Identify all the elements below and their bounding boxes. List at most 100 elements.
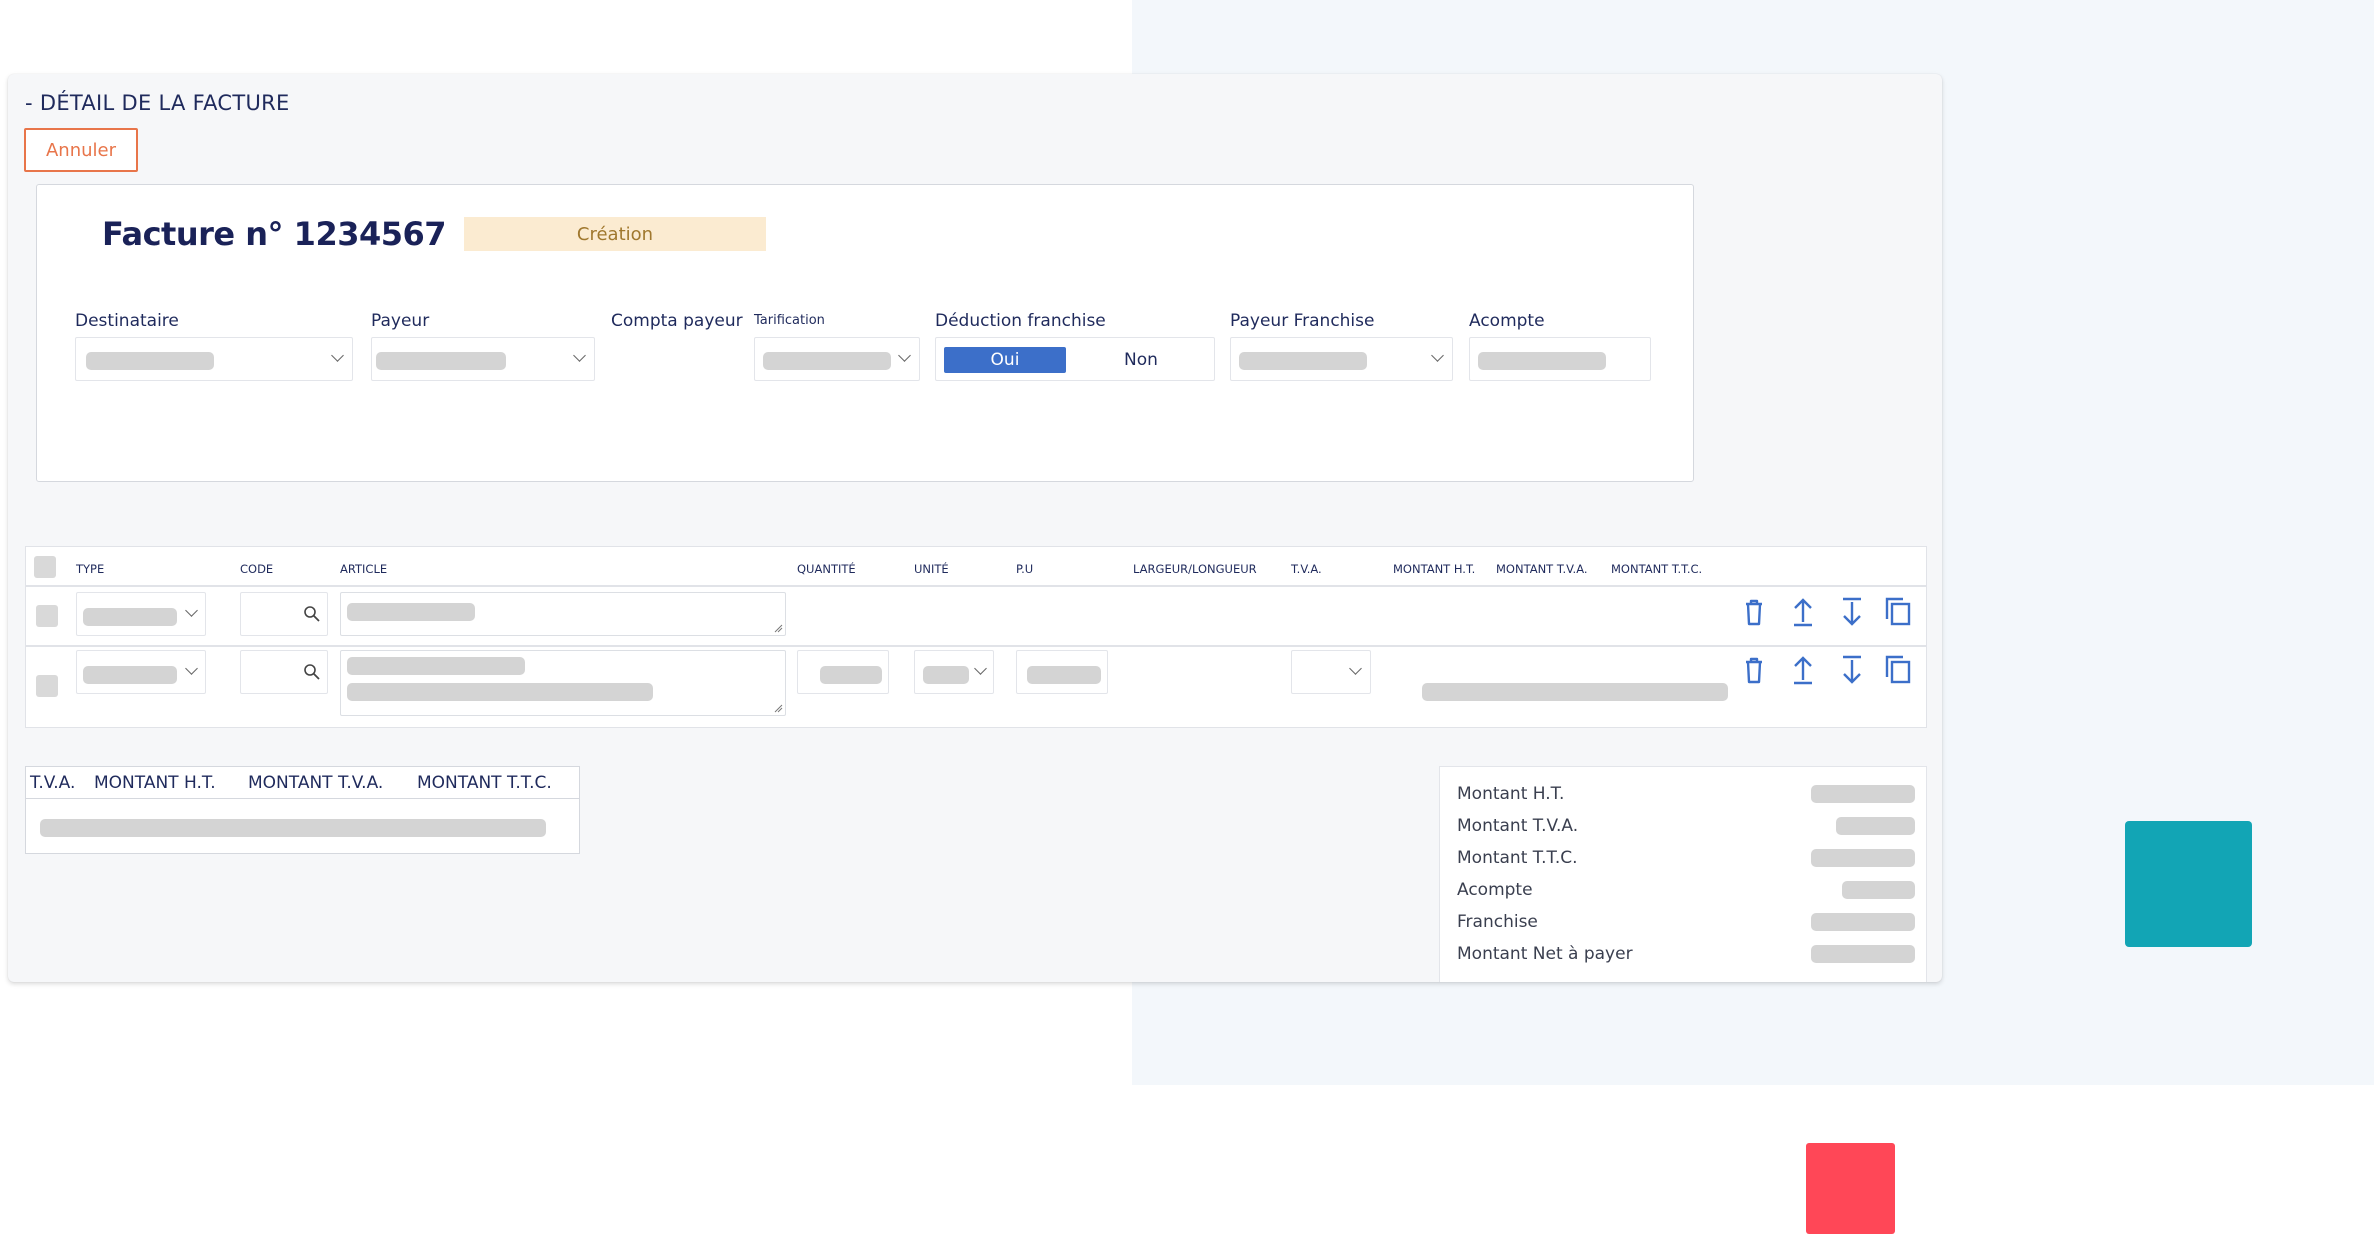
search-icon <box>304 606 320 622</box>
tva-summary-header: T.V.A. MONTANT H.T. MONTANT T.V.A. MONTA… <box>26 767 579 799</box>
deduction-franchise-label: Déduction franchise <box>935 311 1106 331</box>
destinataire-label: Destinataire <box>75 311 179 331</box>
acompte-input[interactable] <box>1469 337 1651 381</box>
section-title[interactable]: - DÉTAIL DE LA FACTURE <box>25 91 290 115</box>
acompte-label: Acompte <box>1469 311 1545 331</box>
arrow-up-icon[interactable] <box>1786 595 1820 629</box>
code-input[interactable] <box>240 592 328 636</box>
column-header-montant-ht: MONTANT H.T. <box>1393 562 1476 576</box>
select-all-checkbox[interactable] <box>34 556 56 578</box>
chevron-down-icon <box>1431 349 1444 362</box>
column-header-montant-tva: MONTANT T.V.A. <box>1496 562 1588 576</box>
tva-select[interactable] <box>1291 650 1371 694</box>
placeholder-bar <box>347 657 525 675</box>
placeholder-bar <box>86 352 214 370</box>
column-header-unite: UNITÉ <box>914 562 949 576</box>
unit-price-input[interactable] <box>1016 650 1108 694</box>
tva-summary-col-tva-amount: MONTANT T.V.A. <box>248 773 384 793</box>
tva-summary-table: T.V.A. MONTANT H.T. MONTANT T.V.A. MONTA… <box>25 766 580 854</box>
franchise-total-label: Franchise <box>1457 912 1538 932</box>
copy-icon[interactable] <box>1881 653 1915 687</box>
payeur-franchise-label: Payeur Franchise <box>1230 311 1375 331</box>
type-select[interactable] <box>76 650 206 694</box>
toggle-no-option[interactable]: Non <box>1074 347 1208 373</box>
placeholder-bar <box>763 352 891 370</box>
chevron-down-icon <box>185 604 198 617</box>
type-select[interactable] <box>76 592 206 636</box>
article-textarea[interactable] <box>340 592 786 636</box>
tva-summary-col-ttc: MONTANT T.T.C. <box>417 773 552 793</box>
totals-panel: Montant H.T. Montant T.V.A. Montant T.T.… <box>1439 766 1927 982</box>
net-total-label: Montant Net à payer <box>1457 944 1633 964</box>
placeholder-bar <box>820 666 882 684</box>
payeur-select[interactable] <box>371 337 595 381</box>
invoice-title: Facture n° 1234567 <box>102 215 447 253</box>
placeholder-bar <box>1478 352 1606 370</box>
placeholder-bar <box>347 683 653 701</box>
placeholder-bar <box>923 666 969 684</box>
tarification-select[interactable] <box>754 337 920 381</box>
tva-summary-placeholder-bar <box>40 819 546 837</box>
chevron-down-icon <box>573 349 586 362</box>
tva-summary-col-tva: T.V.A. <box>30 773 76 793</box>
chevron-down-icon <box>1349 662 1362 675</box>
placeholder-bar <box>347 603 475 621</box>
trash-icon[interactable] <box>1737 595 1771 629</box>
franchise-total-value <box>1811 913 1915 931</box>
placeholder-bar <box>376 352 506 370</box>
deduction-franchise-toggle: Oui Non <box>935 337 1215 381</box>
row-divider <box>26 645 1926 647</box>
chevron-down-icon <box>185 662 198 675</box>
column-header-montant-ttc: MONTANT T.T.C. <box>1611 562 1703 576</box>
arrow-down-icon[interactable] <box>1835 595 1869 629</box>
acompte-total-label: Acompte <box>1457 880 1533 900</box>
row-checkbox[interactable] <box>36 605 58 627</box>
column-header-code: CODE <box>240 562 274 576</box>
invoice-header-box: Facture n° 1234567 Création Destinataire… <box>36 184 1694 482</box>
placeholder-bar <box>1027 666 1101 684</box>
status-badge: Création <box>464 217 766 251</box>
column-header-tva: T.V.A. <box>1291 562 1322 576</box>
resize-grip-icon[interactable] <box>773 623 783 633</box>
tva-summary-col-ht: MONTANT H.T. <box>94 773 216 793</box>
acompte-total-value <box>1842 881 1915 899</box>
code-input[interactable] <box>240 650 328 694</box>
payeur-label: Payeur <box>371 311 430 331</box>
total-ht-label: Montant H.T. <box>1457 784 1565 804</box>
arrow-up-icon[interactable] <box>1786 653 1820 687</box>
toggle-yes-option[interactable]: Oui <box>944 347 1066 373</box>
total-ht-value <box>1811 785 1915 803</box>
compta-payeur-label: Compta payeur <box>611 311 743 331</box>
column-header-pu: P.U <box>1016 562 1034 576</box>
chevron-down-icon <box>898 349 911 362</box>
quantity-input[interactable] <box>797 650 889 694</box>
payeur-franchise-select[interactable] <box>1230 337 1453 381</box>
total-tva-label: Montant T.V.A. <box>1457 816 1579 836</box>
arrow-down-icon[interactable] <box>1835 653 1869 687</box>
column-header-largeur: LARGEUR/LONGUEUR <box>1133 562 1257 576</box>
column-header-quantite: QUANTITÉ <box>797 562 856 576</box>
search-icon <box>304 664 320 680</box>
cancel-button[interactable]: Annuler <box>24 128 138 172</box>
copy-icon[interactable] <box>1881 595 1915 629</box>
resize-grip-icon[interactable] <box>773 703 783 713</box>
placeholder-bar <box>83 608 177 626</box>
decorative-teal-square <box>2125 821 2252 947</box>
article-textarea[interactable] <box>340 650 786 716</box>
unit-select[interactable] <box>914 650 994 694</box>
trash-icon[interactable] <box>1737 653 1771 687</box>
column-header-article: ARTICLE <box>340 562 388 576</box>
total-ttc-value <box>1811 849 1915 867</box>
invoice-detail-card: - DÉTAIL DE LA FACTURE Annuler Facture n… <box>8 74 1942 982</box>
chevron-down-icon <box>974 662 987 675</box>
total-ttc-label: Montant T.T.C. <box>1457 848 1578 868</box>
chevron-down-icon <box>331 349 344 362</box>
decorative-red-square <box>1806 1143 1895 1234</box>
placeholder-bar <box>1239 352 1367 370</box>
table-header: TYPE CODE ARTICLE QUANTITÉ UNITÉ P.U LAR… <box>26 547 1926 587</box>
column-header-type: TYPE <box>76 562 105 576</box>
tarification-label: Tarification <box>754 313 825 328</box>
net-total-value <box>1811 945 1915 963</box>
destinataire-select[interactable] <box>75 337 353 381</box>
row-checkbox[interactable] <box>36 675 58 697</box>
